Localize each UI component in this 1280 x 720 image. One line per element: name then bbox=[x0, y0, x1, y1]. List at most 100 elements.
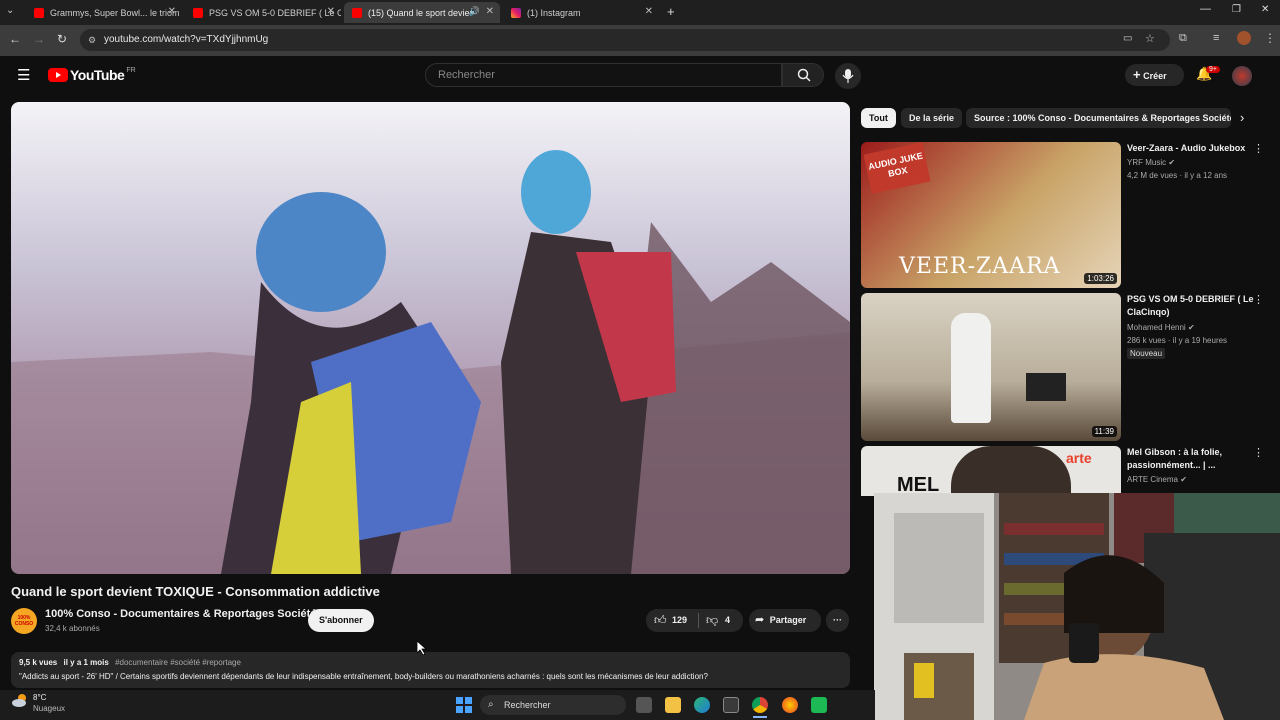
recommendation-meta: 4,2 M de vues · il y a 12 ans bbox=[1127, 171, 1228, 180]
recommendation-item[interactable]: MEL arte Mel Gibson : à la folie, passio… bbox=[861, 446, 1280, 496]
youtube-logo[interactable]: YouTube FR bbox=[48, 67, 136, 83]
microsoft-store-icon[interactable] bbox=[723, 697, 739, 713]
cast-icon[interactable]: ▭ bbox=[1123, 33, 1132, 44]
video-frame-image bbox=[11, 102, 850, 574]
thumbs-down-icon[interactable]: 👎︎ bbox=[706, 609, 718, 632]
close-tab-icon[interactable]: ✕ bbox=[168, 6, 176, 17]
close-tab-icon[interactable]: ✕ bbox=[645, 6, 653, 17]
more-actions-button[interactable]: ··· bbox=[826, 609, 849, 632]
browser-menu-icon[interactable]: ⋮ bbox=[1264, 31, 1276, 45]
recommendation-title: Mel Gibson : à la folie, passionnément..… bbox=[1127, 447, 1223, 470]
description-box[interactable]: 9,5 k vues il y a 1 mois #documentaire #… bbox=[11, 652, 850, 688]
description-meta: 9,5 k vues il y a 1 mois #documentaire #… bbox=[19, 658, 241, 667]
media-control-icon[interactable]: ≡ bbox=[1213, 32, 1219, 44]
subscriber-count: 32,4 k abonnés bbox=[45, 624, 100, 633]
verified-check-icon: ✔ bbox=[1180, 475, 1187, 484]
recommendation-title: PSG VS OM 5-0 DEBRIEF ( Le ClaCinqo) bbox=[1127, 294, 1254, 317]
bookmark-star-icon[interactable]: ☆ bbox=[1145, 32, 1155, 45]
close-window-icon[interactable]: ✕ bbox=[1261, 4, 1269, 15]
browser-tab-1[interactable]: Grammys, Super Bowl... le triom ✕ bbox=[26, 2, 182, 23]
weather-cloud-icon[interactable] bbox=[12, 692, 28, 708]
description-text: "Addicts au sport - 26' HD" / Certains s… bbox=[19, 672, 708, 681]
video-player[interactable] bbox=[11, 102, 850, 574]
weather-temperature: 8°C bbox=[33, 693, 47, 702]
menu-hamburger-icon[interactable]: ☰ bbox=[17, 66, 30, 84]
search-input[interactable]: Rechercher bbox=[425, 63, 782, 87]
verified-check-icon: ✔ bbox=[1168, 158, 1176, 167]
chip-series[interactable]: De la série bbox=[901, 108, 963, 128]
profile-avatar[interactable] bbox=[1237, 31, 1251, 45]
recommendation-item[interactable]: AUDIO JUKE BOX VEER-ZAARA 1:03:26 Veer-Z… bbox=[861, 142, 1280, 288]
audio-playing-icon[interactable]: 🔊 bbox=[469, 6, 480, 17]
maximize-icon[interactable]: ❐ bbox=[1232, 4, 1241, 15]
youtube-play-logo-icon bbox=[48, 68, 68, 82]
recommendation-item[interactable]: 11:39 PSG VS OM 5-0 DEBRIEF ( Le ClaCinq… bbox=[861, 293, 1280, 441]
arte-logo: arte bbox=[1066, 450, 1092, 466]
channel-name: YRF Music bbox=[1127, 158, 1167, 167]
like-count[interactable]: 129 bbox=[672, 609, 687, 632]
instagram-favicon-icon bbox=[511, 7, 521, 18]
chip-all[interactable]: Tout bbox=[861, 108, 896, 128]
search-icon bbox=[797, 68, 811, 82]
forward-icon[interactable]: → bbox=[33, 32, 45, 46]
video-thumbnail[interactable]: MEL arte bbox=[861, 446, 1121, 496]
chevron-right-icon[interactable]: › bbox=[1240, 110, 1244, 125]
taskbar-search-label: Rechercher bbox=[504, 700, 551, 710]
recommendation-channel: ARTE Cinema ✔ bbox=[1127, 475, 1187, 484]
back-icon[interactable]: ← bbox=[9, 32, 21, 46]
more-options-icon[interactable]: ⋮ bbox=[1253, 293, 1264, 306]
firefox-browser-icon[interactable] bbox=[782, 697, 798, 713]
chip-source[interactable]: Source : 100% Conso - Documentaires & Re… bbox=[966, 108, 1231, 128]
video-thumbnail[interactable]: AUDIO JUKE BOX VEER-ZAARA 1:03:26 bbox=[861, 142, 1121, 288]
channel-name[interactable]: 100% Conso - Documentaires & Reportages … bbox=[45, 608, 316, 620]
share-arrow-icon: ➦ bbox=[755, 614, 765, 626]
verified-check-icon: ✔ bbox=[1187, 323, 1195, 332]
share-button[interactable]: ➦ Partager bbox=[749, 609, 821, 632]
url-field[interactable]: ⚙ youtube.com/watch?v=TXdYjjhnmUg bbox=[80, 29, 1170, 51]
browser-tab-4[interactable]: (1) Instagram ✕ bbox=[503, 2, 659, 23]
more-options-icon[interactable]: ⋮ bbox=[1253, 142, 1264, 155]
search-placeholder: Rechercher bbox=[438, 69, 495, 81]
new-tab-button[interactable]: + bbox=[667, 4, 675, 19]
new-badge: Nouveau bbox=[1127, 348, 1166, 359]
dislike-count[interactable]: 4 bbox=[725, 609, 730, 632]
browser-tab-3-active[interactable]: (15) Quand le sport devient 🔊 ✕ bbox=[344, 2, 500, 23]
create-label: Créer bbox=[1143, 71, 1167, 81]
voice-search-button[interactable] bbox=[835, 63, 861, 89]
recommendation-channel: Mohamed Henni ✔ bbox=[1127, 323, 1195, 332]
close-tab-icon[interactable]: ✕ bbox=[486, 6, 494, 17]
youtube-favicon-icon bbox=[34, 7, 44, 18]
browser-tab-strip: ⌄ Grammys, Super Bowl... le triom ✕ PSG … bbox=[0, 0, 1280, 25]
tab-list-icon[interactable]: ⌄ bbox=[6, 5, 14, 16]
extensions-icon[interactable]: ⧉ bbox=[1179, 32, 1187, 45]
close-tab-icon[interactable]: ✕ bbox=[327, 6, 335, 17]
hashtags[interactable]: #documentaire #société #reportage bbox=[115, 658, 241, 667]
channel-avatar[interactable]: 100% CONSO bbox=[11, 608, 37, 634]
task-view-icon[interactable] bbox=[636, 697, 652, 713]
more-options-icon[interactable]: ⋮ bbox=[1253, 446, 1264, 459]
video-duration: 1:03:26 bbox=[1084, 273, 1117, 284]
taskbar-search-box[interactable]: ⌕ Rechercher bbox=[480, 695, 626, 715]
recommendation-title: Veer-Zaara - Audio Jukebox bbox=[1127, 143, 1246, 153]
streaming-app-icon[interactable] bbox=[811, 697, 827, 713]
file-explorer-icon[interactable] bbox=[665, 697, 681, 713]
site-info-icon[interactable]: ⚙ bbox=[88, 29, 96, 51]
minimize-icon[interactable]: — bbox=[1200, 3, 1211, 15]
windows-start-icon[interactable] bbox=[456, 697, 472, 713]
account-avatar[interactable] bbox=[1232, 66, 1252, 86]
chrome-browser-icon[interactable] bbox=[752, 697, 768, 713]
reload-icon[interactable]: ↻ bbox=[57, 32, 67, 46]
edge-browser-icon[interactable] bbox=[694, 697, 710, 713]
thumbs-up-icon[interactable]: 👍︎ bbox=[654, 609, 667, 632]
video-thumbnail[interactable]: 11:39 bbox=[861, 293, 1121, 441]
thumbnail-person bbox=[951, 446, 1071, 496]
thumbnail-monitor bbox=[1026, 373, 1066, 401]
subscribe-button[interactable]: S'abonner bbox=[308, 609, 374, 632]
create-button[interactable]: + Créer bbox=[1125, 64, 1184, 86]
video-duration: 11:39 bbox=[1091, 426, 1117, 437]
browser-tab-2[interactable]: PSG VS OM 5-0 DEBRIEF ( Le Cl ✕ bbox=[185, 2, 341, 23]
search-button[interactable] bbox=[782, 63, 824, 87]
view-count: 9,5 k vues bbox=[19, 658, 58, 667]
windows-taskbar bbox=[0, 690, 875, 720]
tab-title: (1) Instagram bbox=[527, 7, 581, 18]
